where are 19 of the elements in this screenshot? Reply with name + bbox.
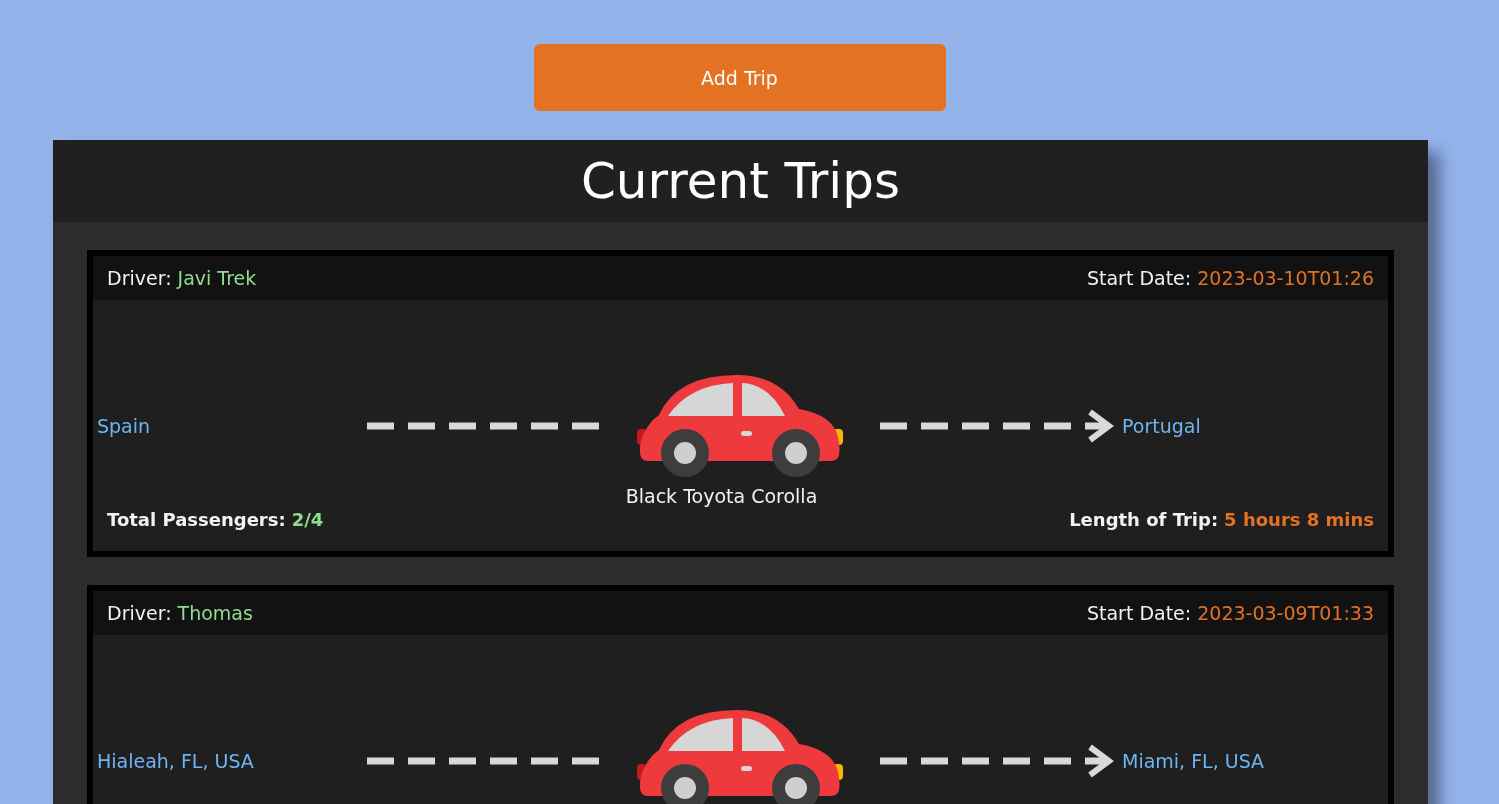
driver-label: Driver: (107, 602, 172, 624)
trip-length-value: 5 hours 8 mins (1224, 509, 1374, 530)
destination-location: Portugal (1122, 415, 1201, 437)
origin-location: Hialeah, FL, USA (97, 750, 254, 772)
add-trip-button[interactable]: Add Trip (533, 44, 946, 111)
driver-label: Driver: (107, 267, 172, 289)
passengers-count: 2/4 (291, 509, 324, 530)
start-date-value: 2023-03-10T01:26 (1197, 267, 1374, 289)
start-date-label: Start Date: (1086, 602, 1192, 624)
passengers-label: Total Passengers: (107, 509, 286, 530)
start-date-value: 2023-03-09T01:33 (1197, 602, 1374, 624)
destination-location: Miami, FL, USA (1122, 750, 1265, 772)
vehicle-name: Black Toyota Corolla (625, 485, 818, 507)
panel-title: Current Trips (580, 152, 901, 210)
driver-name: Javi Trek (177, 267, 257, 289)
origin-location: Spain (97, 415, 151, 437)
trip-length-label: Length of Trip: (1069, 509, 1219, 530)
start-date-label: Start Date: (1086, 267, 1192, 289)
driver-name: Thomas (177, 602, 253, 624)
